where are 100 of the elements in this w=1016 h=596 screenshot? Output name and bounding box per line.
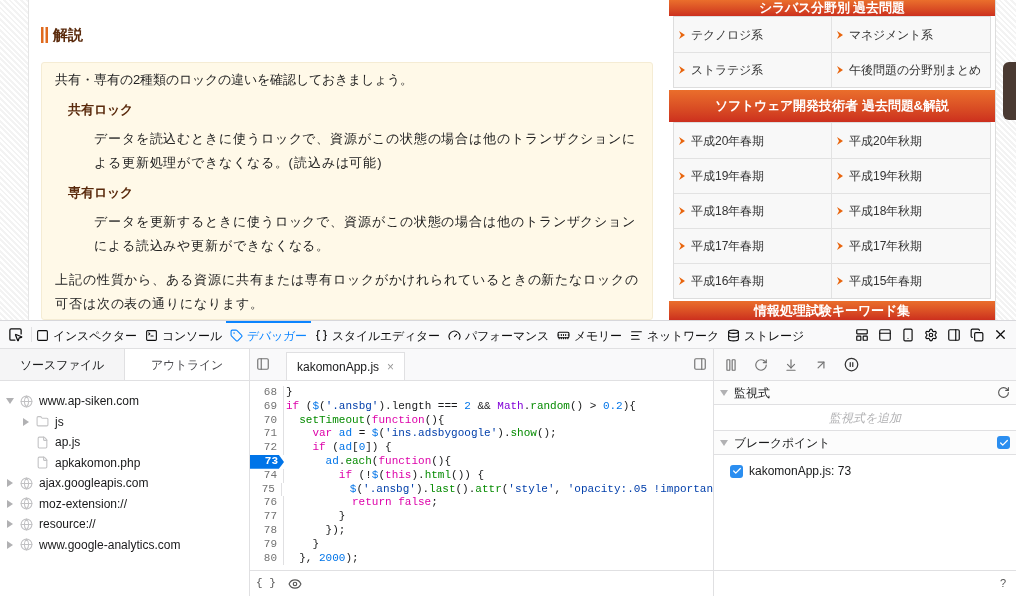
split-console-icon[interactable] [878, 327, 892, 342]
sidebar-link[interactable]: 平成16年春期 [691, 272, 765, 290]
sidebar-link[interactable]: 平成18年春期 [691, 202, 765, 220]
conclusion-text: 上記の性質から、ある資源に共有または専有ロックがかけれられているときの新たなロックの可否は次の表の通りになります。 [55, 271, 640, 313]
watch-title[interactable]: 監視式 [734, 383, 991, 402]
code-line: } [311, 537, 319, 552]
term-definition: データを読込むときに使うロックで、資源がこの状態の場合は他のトランザクションによる更新処理ができなくなる。(読込みは可能) [93, 130, 638, 172]
code-line: }); [324, 523, 346, 538]
sidebar-link[interactable]: 平成19年秋期 [849, 167, 923, 185]
line-number: 77 [250, 510, 284, 524]
tree-item[interactable]: www.google-analytics.com [39, 535, 181, 554]
side-tab[interactable] [1003, 62, 1016, 120]
line-number: 78 [250, 523, 284, 538]
collapsed-arrow-icon[interactable] [6, 520, 14, 529]
sidebar-link[interactable]: ストラテジ系 [691, 61, 763, 79]
tree-item[interactable]: resource:// [39, 515, 96, 534]
sidebar-link[interactable]: 平成19年春期 [691, 167, 765, 185]
folder-icon [36, 415, 49, 429]
line-number: 76 [250, 496, 284, 511]
intro-text: 共有・専有の2種類のロックの違いを確認しておきましょう。 [55, 71, 415, 89]
collapsed-arrow-icon[interactable] [6, 479, 14, 488]
file-tab[interactable]: kakomonApp.js × [286, 352, 406, 380]
toggle-panel-icon[interactable] [693, 357, 707, 371]
sidebar-link[interactable]: 平成20年秋期 [849, 131, 923, 150]
tree-item[interactable]: ap.js [55, 433, 81, 452]
globe-icon [20, 538, 33, 552]
devtools-tab[interactable]: パフォーマンス [444, 320, 553, 349]
devtools-tab[interactable]: ネットワーク [626, 320, 723, 349]
eye-icon[interactable] [287, 576, 302, 591]
sidebar-link[interactable]: テクノロジ系 [691, 25, 763, 44]
line-number: 72 [250, 441, 284, 455]
sidebar-link[interactable]: 平成20年春期 [691, 131, 765, 150]
code-line: setTimeout(function(){ [298, 413, 445, 428]
pretty-print-button[interactable]: { } [256, 575, 276, 592]
sidebar-link[interactable]: 平成15年春期 [849, 272, 923, 290]
code-line: if (!$(this).html()) { [337, 468, 485, 483]
tree-item[interactable]: www.ap-siken.com [39, 392, 140, 411]
tree-item[interactable]: moz-extension:// [39, 494, 128, 513]
code-line: ad.each(function(){ [324, 455, 452, 469]
step-in-icon[interactable] [784, 357, 798, 372]
expanded-arrow-icon[interactable] [720, 388, 728, 397]
braces-icon [315, 329, 328, 342]
devtools-tab[interactable]: インスペクター [32, 320, 141, 349]
tree-item[interactable]: ajax.googleapis.com [39, 474, 149, 493]
element-picker-icon[interactable] [8, 327, 23, 342]
bullet-icon [679, 66, 685, 74]
tag-icon [230, 329, 243, 342]
devtools-tab[interactable]: メモリー [553, 320, 626, 349]
sidebar-link[interactable]: 平成17年春期 [691, 237, 765, 255]
expanded-arrow-icon[interactable] [6, 397, 14, 406]
layout-icon[interactable] [855, 327, 869, 342]
sidebar-link[interactable]: 平成17年秋期 [849, 237, 923, 255]
refresh-icon[interactable] [997, 386, 1010, 399]
file-name: kakomonApp.js [297, 358, 380, 376]
collapsed-arrow-icon[interactable] [22, 417, 30, 426]
close-icon[interactable] [993, 327, 1008, 342]
line-number: 71 [250, 427, 284, 442]
collapsed-arrow-icon[interactable] [6, 540, 14, 549]
collapsed-arrow-icon[interactable] [6, 499, 14, 508]
settings-icon[interactable] [924, 327, 938, 342]
step-over-icon[interactable] [754, 357, 768, 372]
sources-tab[interactable]: ソースファイル [0, 349, 124, 380]
pause-circle-icon[interactable] [844, 357, 859, 372]
tree-item[interactable]: js [55, 412, 64, 431]
help-button[interactable]: ? [999, 575, 1006, 592]
line-number: 68 [250, 386, 284, 400]
bullet-icon [837, 207, 843, 215]
devtools-tab[interactable]: コンソール [141, 320, 226, 349]
globe-icon [20, 394, 33, 408]
heading-marker-icon [41, 27, 48, 43]
window-icon[interactable] [970, 327, 984, 342]
tree-item[interactable]: apkakomon.php [55, 453, 141, 472]
devtools-tab[interactable]: ストレージ [723, 320, 808, 349]
expanded-arrow-icon[interactable] [720, 438, 728, 447]
sidebar-link[interactable]: 午後問題の分野別まとめ [849, 61, 981, 79]
checkbox[interactable] [730, 464, 743, 478]
devtools-tab[interactable]: スタイルエディター [311, 320, 444, 349]
bullet-icon [837, 136, 843, 145]
term-title: 専有ロック [67, 184, 134, 202]
memory-icon [557, 329, 570, 342]
sidebar-link[interactable]: マネジメント系 [849, 25, 933, 44]
line-number: 74 [250, 468, 284, 483]
bullet-icon [837, 242, 843, 250]
line-number: 80 [250, 551, 284, 566]
sidebar-link[interactable]: 平成18年秋期 [849, 202, 923, 220]
toggle-sources-icon[interactable] [256, 357, 270, 371]
breakpoint-label[interactable]: kakomonApp.js: 73 [749, 462, 852, 480]
phone-icon[interactable] [901, 327, 915, 342]
line-number: 79 [250, 537, 284, 552]
globe-icon [20, 517, 33, 531]
pause-icon[interactable] [724, 357, 738, 372]
bullet-icon [679, 207, 685, 215]
checkbox[interactable] [997, 436, 1010, 449]
breakpoint-marker[interactable]: 73 [250, 455, 284, 469]
breakpoints-title[interactable]: ブレークポイント [734, 433, 991, 452]
terminal-icon [145, 329, 158, 342]
dock-side-icon[interactable] [947, 327, 961, 342]
gauge-icon [448, 329, 461, 342]
term-definition: データを更新するときに使うロックで、資源がこの状態の場合は他のトランザクションによる読込みや更新ができなくなる。 [93, 213, 638, 255]
code-line: var ad = $('ins.adsbygoogle').show(); [311, 427, 557, 442]
